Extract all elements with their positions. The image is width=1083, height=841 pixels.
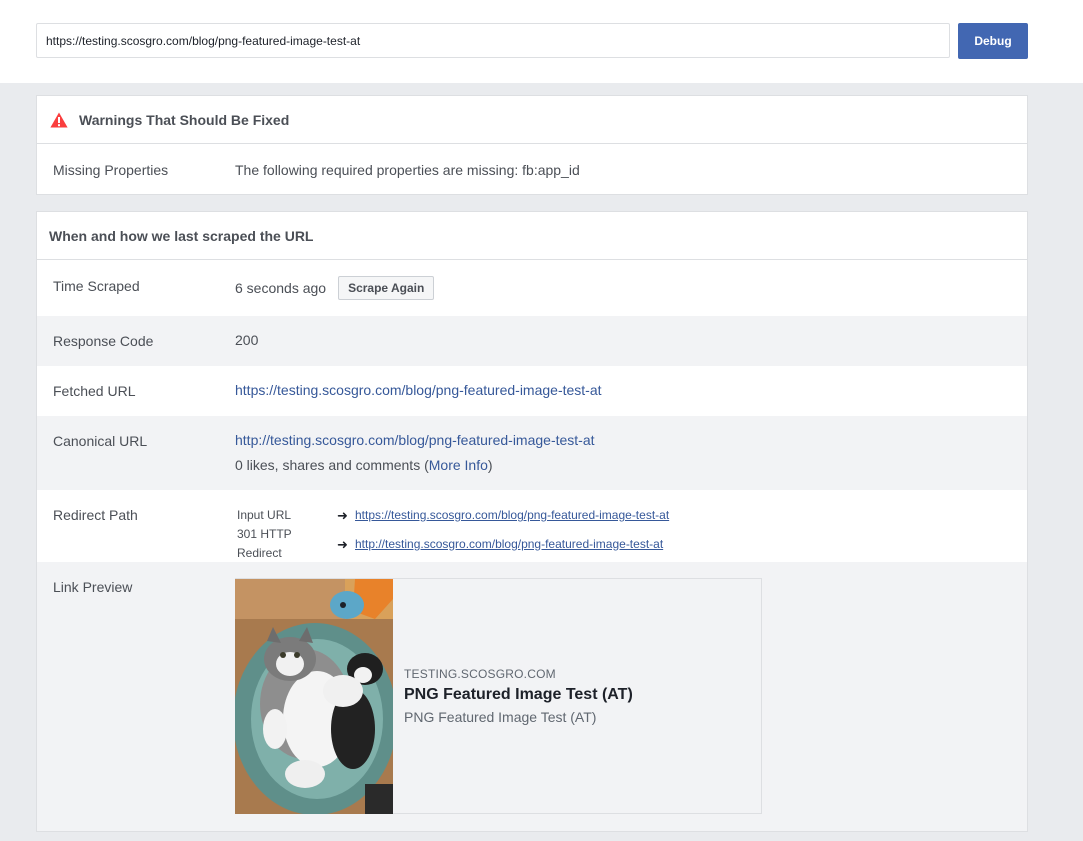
- preview-image: [235, 579, 393, 814]
- redirect-path-label: Redirect Path: [53, 507, 138, 523]
- missing-properties-row: Missing Properties The following require…: [37, 145, 1027, 194]
- warnings-card: Warnings That Should Be Fixed Missing Pr…: [36, 95, 1028, 195]
- engagement-suffix: ): [487, 457, 493, 473]
- engagement-prefix: 0 likes, shares and comments (: [235, 457, 429, 473]
- missing-properties-value: The following required properties are mi…: [235, 162, 580, 178]
- missing-properties-label: Missing Properties: [53, 162, 169, 178]
- scrape-title: When and how we last scraped the URL: [49, 227, 314, 244]
- redirect-path-row: Redirect Path Input URL ➜ https://testin…: [37, 490, 1027, 562]
- warnings-header: Warnings That Should Be Fixed: [37, 96, 1027, 144]
- redirect-item-url[interactable]: https://testing.scosgro.com/blog/png-fea…: [355, 506, 669, 525]
- response-code-value: 200: [235, 332, 259, 348]
- arrow-right-icon: ➜: [337, 508, 348, 523]
- canonical-url-value-group: http://testing.scosgro.com/blog/png-feat…: [235, 428, 595, 478]
- redirect-item-url[interactable]: http://testing.scosgro.com/blog/png-feat…: [355, 535, 663, 554]
- time-scraped-value-group: 6 seconds ago Scrape Again: [235, 276, 435, 300]
- link-preview-card[interactable]: TESTING.SCOSGRO.COM PNG Featured Image T…: [235, 578, 762, 814]
- time-scraped-label: Time Scraped: [53, 278, 140, 294]
- preview-domain: TESTING.SCOSGRO.COM: [404, 667, 556, 681]
- preview-title: PNG Featured Image Test (AT): [404, 686, 633, 703]
- canonical-url-row: Canonical URL http://testing.scosgro.com…: [37, 416, 1027, 490]
- redirect-item-label: Input URL: [237, 508, 292, 522]
- fetched-url-label: Fetched URL: [53, 383, 136, 399]
- top-bar: Debug: [0, 0, 1083, 83]
- cat-photo-illustration: [235, 579, 393, 814]
- redirect-list: Input URL ➜ https://testing.scosgro.com/…: [235, 506, 669, 563]
- preview-description: PNG Featured Image Test (AT): [404, 709, 597, 725]
- response-code-row: Response Code 200: [37, 316, 1027, 366]
- link-preview-label: Link Preview: [53, 579, 133, 595]
- preview-text: TESTING.SCOSGRO.COM PNG Featured Image T…: [393, 579, 633, 813]
- link-preview-row: Link Preview TESTING.SCOSGRO.COM PNG Fea…: [37, 562, 1027, 831]
- scrape-header: When and how we last scraped the URL: [37, 212, 1027, 260]
- warnings-title: Warnings That Should Be Fixed: [79, 111, 290, 128]
- arrow-right-icon: ➜: [337, 536, 348, 552]
- more-info-link[interactable]: More Info: [429, 457, 488, 473]
- url-input[interactable]: [36, 23, 950, 58]
- response-code-label: Response Code: [53, 333, 154, 349]
- warning-triangle-icon: [50, 112, 68, 127]
- time-scraped-value: 6 seconds ago: [235, 280, 327, 296]
- fetched-url-row: Fetched URL https://testing.scosgro.com/…: [37, 366, 1027, 416]
- fetched-url-link[interactable]: https://testing.scosgro.com/blog/png-fea…: [235, 382, 602, 398]
- debug-button[interactable]: Debug: [958, 23, 1028, 59]
- redirect-item: Input URL ➜ https://testing.scosgro.com/…: [235, 506, 669, 525]
- redirect-item-label: 301 HTTP Redirect: [237, 527, 292, 560]
- redirect-item: 301 HTTP Redirect ➜ http://testing.scosg…: [235, 525, 669, 563]
- time-scraped-row: Time Scraped 6 seconds ago Scrape Again: [37, 261, 1027, 316]
- canonical-url-label: Canonical URL: [53, 433, 148, 449]
- scrape-info-card: When and how we last scraped the URL Tim…: [36, 211, 1028, 832]
- canonical-url-link[interactable]: http://testing.scosgro.com/blog/png-feat…: [235, 432, 595, 448]
- scrape-again-button[interactable]: Scrape Again: [338, 276, 435, 300]
